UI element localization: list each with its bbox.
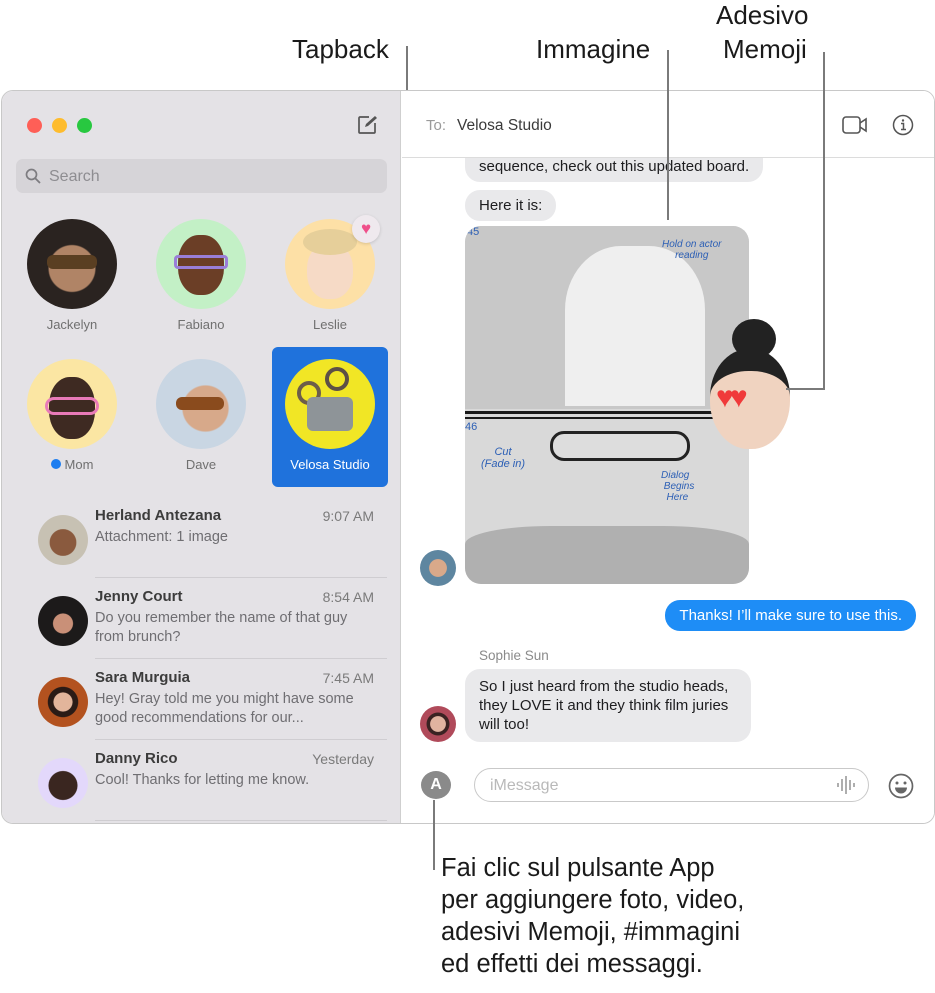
pinned-name: Velosa Studio <box>290 457 370 472</box>
search-placeholder: Search <box>49 168 100 185</box>
projector-icon <box>307 397 353 431</box>
avatar <box>38 677 88 727</box>
film-reel-icon <box>325 367 349 391</box>
conversation-name: Danny Rico <box>95 750 178 767</box>
avatar <box>156 219 246 309</box>
heart-eyes-icon: ♥♥ <box>716 381 748 414</box>
message-input[interactable]: iMessage <box>474 768 869 802</box>
unread-dot-icon <box>50 459 61 469</box>
recipient-field[interactable]: Velosa Studio <box>457 117 552 135</box>
memoji-sticker[interactable]: ♥♥ <box>704 319 794 459</box>
pinned-name: Dave <box>185 457 217 472</box>
pinned-name: Fabiano <box>177 317 225 332</box>
conversation-item[interactable]: Herland Antezana 9:07 AM Attachment: 1 i… <box>2 497 401 578</box>
to-label: To: <box>426 117 447 134</box>
pinned-jackelyn[interactable]: Jackelyn <box>12 219 132 332</box>
zoom-button[interactable] <box>77 118 92 133</box>
message-placeholder: iMessage <box>490 777 559 794</box>
message-bubble: So I just heard from the studio heads, t… <box>465 669 751 742</box>
emoji-icon[interactable] <box>888 773 914 799</box>
avatar <box>38 515 88 565</box>
conversation-time: 7:45 AM <box>322 670 374 686</box>
callout-app-button: Fai clic sul pulsante App per aggiungere… <box>441 852 744 980</box>
annotation: 46 <box>465 421 478 433</box>
app-store-icon: A <box>430 776 442 793</box>
compose-icon[interactable] <box>357 115 377 135</box>
avatar <box>27 359 117 449</box>
conversation-item[interactable]: Jenny Court 8:54 AM Do you remember the … <box>2 578 401 659</box>
message-bubble-sent: Thanks! I’ll make sure to use this. <box>665 600 916 631</box>
conversation-preview: Hey! Gray told me you might have some go… <box>95 691 354 726</box>
app-store-button[interactable]: A <box>421 771 451 799</box>
glasses-icon <box>45 397 99 415</box>
avatar <box>285 359 375 449</box>
annotation: Hold on actor reading <box>662 239 722 261</box>
pinned-mom[interactable]: Mom <box>12 359 132 472</box>
callout-text-line: ed effetti dei messaggi. <box>441 950 703 978</box>
conversation-name: Sara Murguia <box>95 669 191 686</box>
annotation: Cut (Fade in) <box>481 446 526 470</box>
conversation-time: 8:54 AM <box>322 589 374 605</box>
pinned-name: Leslie <box>313 317 347 332</box>
conversation-time: 9:07 AM <box>322 508 374 524</box>
avatar <box>27 219 117 309</box>
pinned-name-row: Mom <box>12 457 132 472</box>
sender-avatar <box>420 550 456 586</box>
pinned-dave[interactable]: Dave <box>141 359 261 472</box>
sunglasses-icon <box>47 255 97 269</box>
avatar <box>38 758 88 808</box>
figure-sketch <box>565 246 705 406</box>
annotation: Dialog Begins Here <box>661 470 695 503</box>
callout-line <box>667 50 669 220</box>
pinned-name: Jackelyn <box>46 317 98 332</box>
sender-name: Sophie Sun <box>479 648 549 663</box>
mirror-sketch <box>550 431 690 461</box>
callout-memoji-line1: Adesivo <box>716 0 809 30</box>
callout-image: Immagine <box>536 34 651 64</box>
pinned-velosa-studio[interactable]: Velosa Studio <box>272 347 388 487</box>
pinned-fabiano[interactable]: Fabiano <box>141 219 261 332</box>
callout-text-line: Fai clic sul pulsante App <box>441 854 715 882</box>
messages-window: Search Jackelyn Fabiano Leslie ♥ Mom Dav… <box>1 90 935 824</box>
conversation-item[interactable]: Sara Murguia 7:45 AM Hey! Gray told me y… <box>2 659 401 740</box>
annotation: 45 <box>467 226 480 238</box>
pinned-leslie[interactable]: Leslie ♥ <box>270 215 390 332</box>
sunglasses-icon <box>176 397 224 410</box>
callout-tapback: Tapback <box>292 34 389 64</box>
avatar <box>38 596 88 646</box>
glasses-icon <box>174 255 228 269</box>
conversation-preview: Cool! Thanks for letting me know. <box>95 772 310 788</box>
close-button[interactable] <box>27 118 42 133</box>
search-icon <box>25 168 41 184</box>
sender-avatar <box>420 706 456 742</box>
callout-line <box>786 388 825 390</box>
callout-text-line: adesivi Memoji, #immagini <box>441 918 741 946</box>
message-bubble: Here it is: <box>465 190 557 221</box>
callout-line <box>823 52 825 390</box>
callout-memoji-line2: Memoji <box>723 34 807 64</box>
avatar <box>156 359 246 449</box>
tapback-heart-icon[interactable]: ♥ <box>352 215 380 243</box>
divider <box>95 820 387 821</box>
video-call-icon[interactable] <box>842 116 868 134</box>
dashboard-sketch <box>465 526 749 584</box>
minimize-button[interactable] <box>52 118 67 133</box>
sidebar: Search Jackelyn Fabiano Leslie ♥ Mom Dav… <box>2 91 401 823</box>
conversation-time: Yesterday <box>312 751 374 767</box>
conversation-preview: Do you remember the name of that guy fro… <box>95 610 348 645</box>
conversation-item[interactable]: Danny Rico Yesterday Cool! Thanks for le… <box>2 740 401 821</box>
pinned-name: Mom <box>64 457 94 472</box>
callout-text-line: per aggiungere foto, video, <box>441 886 745 914</box>
memoji-hair <box>303 229 357 255</box>
conversation-name: Jenny Court <box>95 588 183 605</box>
info-icon[interactable] <box>892 114 914 136</box>
audio-waveform-icon[interactable] <box>836 775 858 795</box>
conversation-preview: Attachment: 1 image <box>95 529 228 545</box>
callout-line <box>433 800 435 870</box>
conversation-name: Herland Antezana <box>95 507 222 524</box>
search-input[interactable]: Search <box>16 159 387 193</box>
